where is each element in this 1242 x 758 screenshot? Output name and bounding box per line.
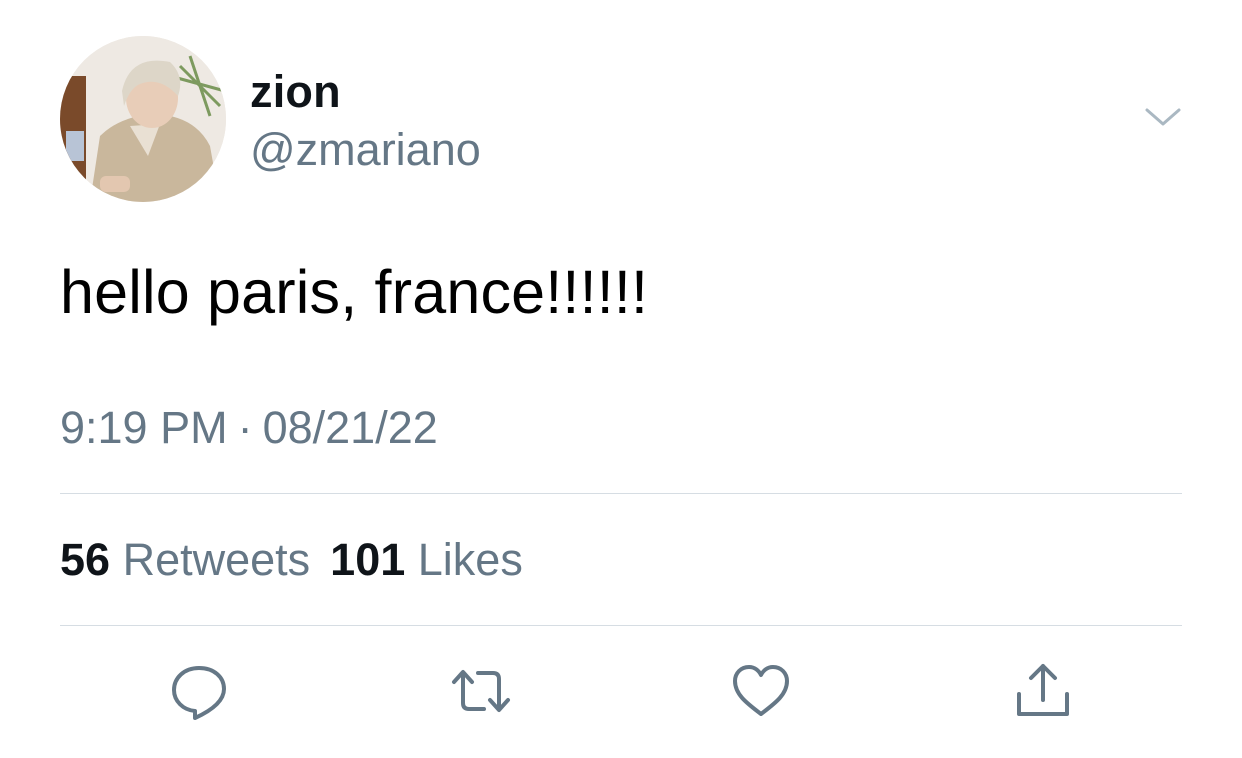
divider [60, 625, 1182, 626]
heart-icon [733, 665, 789, 716]
likes-label: Likes [417, 534, 523, 585]
reply-button[interactable] [166, 658, 232, 724]
divider [60, 493, 1182, 494]
reply-icon [172, 666, 226, 720]
likes-stat[interactable]: 101 Likes [330, 534, 523, 585]
retweets-stat[interactable]: 56 Retweets [60, 534, 310, 585]
tweet-time: 9:19 PM [60, 402, 228, 453]
share-icon [1017, 664, 1069, 716]
like-button[interactable] [728, 658, 794, 724]
tweet-stats: 56 Retweets 101 Likes [60, 532, 523, 588]
avatar-image [60, 36, 226, 202]
retweets-count: 56 [60, 534, 111, 585]
likes-count: 101 [330, 534, 406, 585]
timestamp-separator: · [237, 402, 253, 453]
display-name[interactable]: zion [250, 66, 341, 118]
avatar[interactable] [60, 36, 226, 202]
tweet-date: 08/21/22 [262, 402, 438, 453]
retweets-label: Retweets [122, 534, 311, 585]
user-handle[interactable]: @zmariano [250, 124, 481, 176]
retweet-icon [452, 670, 510, 712]
tweet-timestamp: 9:19 PM · 08/21/22 [60, 400, 438, 456]
retweet-button[interactable] [448, 658, 514, 724]
tweet-text: hello paris, france!!!!!! [60, 258, 649, 326]
chevron-down-icon[interactable] [1142, 102, 1184, 132]
share-button[interactable] [1010, 658, 1076, 724]
